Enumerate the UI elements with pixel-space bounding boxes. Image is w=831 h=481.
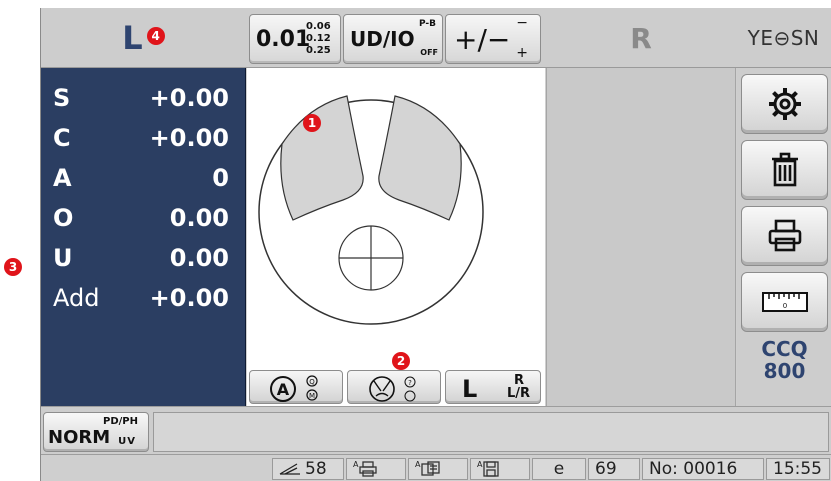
clock-time: 15:55 bbox=[773, 459, 822, 479]
lens-display: 1 bbox=[247, 68, 545, 368]
reading-value: +0.00 bbox=[149, 124, 229, 152]
side-select-bottom: L/R bbox=[506, 386, 530, 401]
svg-text:M: M bbox=[309, 392, 315, 400]
delete-button[interactable] bbox=[741, 140, 828, 200]
measurement-count-value: 69 bbox=[595, 459, 617, 479]
lensmeter-screen: L 4 0.01 0.06 0.12 0.25 UD/IO P-B OFF +/… bbox=[40, 8, 831, 481]
svg-text:Q: Q bbox=[309, 378, 315, 386]
top-bar: L 4 0.01 0.06 0.12 0.25 UD/IO P-B OFF +/… bbox=[41, 8, 831, 68]
auto-manual-icon: A Q M bbox=[270, 375, 318, 402]
model-label: CCQ 800 bbox=[741, 338, 828, 402]
callout-3: 3 bbox=[4, 258, 22, 276]
prism-status: 58 bbox=[272, 458, 344, 480]
e-status: e bbox=[532, 458, 586, 480]
ud-io-sub: OFF bbox=[420, 48, 438, 57]
pd-measure-button[interactable]: 0 bbox=[741, 272, 828, 332]
right-lens-indicator[interactable]: R bbox=[546, 8, 736, 68]
norm-sup: PD/PH bbox=[103, 416, 138, 427]
save-status: A bbox=[470, 458, 530, 480]
status-bar: 58 A A A e 69 No: 00016 15:55 bbox=[41, 454, 831, 481]
copy-status-prefix: A bbox=[415, 459, 421, 469]
precision-option: 0.12 bbox=[306, 33, 331, 44]
record-number: No: 00016 bbox=[642, 458, 764, 480]
norm-sub: UV bbox=[118, 436, 136, 447]
sign-label: +/− bbox=[454, 23, 511, 56]
reading-value: +0.00 bbox=[149, 84, 229, 112]
brand-logo: YE⊖SN bbox=[747, 26, 820, 50]
ud-io-button[interactable]: UD/IO P-B OFF bbox=[343, 14, 443, 64]
mode-strip: NORM PD/PH UV bbox=[41, 406, 831, 454]
printer-icon bbox=[768, 219, 801, 252]
prism-icon bbox=[279, 463, 300, 475]
e-label: e bbox=[553, 459, 565, 479]
right-lens-panel bbox=[546, 68, 736, 406]
progressive-lens-icon: ? bbox=[369, 376, 416, 402]
left-lens-letter: L bbox=[122, 19, 143, 57]
reading-label: C bbox=[53, 124, 71, 152]
copy-icon bbox=[421, 461, 441, 476]
side-select-main: L bbox=[462, 375, 478, 403]
save-status-prefix: A bbox=[477, 459, 483, 469]
precision-button[interactable]: 0.01 0.06 0.12 0.25 bbox=[249, 14, 341, 64]
clock: 15:55 bbox=[766, 458, 830, 480]
norm-label: NORM bbox=[48, 427, 111, 448]
side-select-button[interactable]: L R L/R bbox=[445, 370, 541, 404]
mode-message-field bbox=[153, 412, 829, 452]
progressive-lens-diagram bbox=[258, 95, 484, 325]
lens-type-button[interactable]: ? bbox=[347, 370, 441, 404]
model-line-2: 800 bbox=[763, 359, 806, 383]
trash-icon bbox=[771, 152, 798, 187]
reading-value: 0.00 bbox=[169, 204, 229, 232]
reading-row-add: Add +0.00 bbox=[53, 278, 229, 318]
callout-1: 1 bbox=[303, 114, 321, 132]
ruler-icon: 0 bbox=[761, 292, 808, 312]
printer-status-prefix: A bbox=[353, 459, 359, 469]
tool-column: 0 CCQ 800 bbox=[737, 68, 831, 406]
reading-row-a: A 0 bbox=[53, 158, 229, 198]
callout-4: 4 bbox=[146, 27, 165, 45]
ud-io-label: UD/IO bbox=[350, 27, 415, 51]
print-button[interactable] bbox=[741, 206, 828, 266]
sign-sub: + bbox=[516, 45, 528, 61]
svg-text:0: 0 bbox=[782, 302, 786, 310]
reading-label: O bbox=[53, 204, 74, 232]
precision-options: 0.06 0.12 0.25 bbox=[306, 21, 331, 57]
precision-option: 0.25 bbox=[306, 45, 331, 56]
ud-io-sup: P-B bbox=[418, 19, 436, 29]
sign-toggle-button[interactable]: +/− − + bbox=[445, 14, 541, 64]
reading-value: 0.00 bbox=[169, 244, 229, 272]
reading-label: S bbox=[53, 84, 71, 112]
reading-row-o: O 0.00 bbox=[53, 198, 229, 238]
prism-count: 58 bbox=[305, 459, 327, 479]
settings-button[interactable] bbox=[741, 74, 828, 134]
sign-sup: − bbox=[516, 15, 528, 31]
record-number-value: No: 00016 bbox=[649, 459, 738, 479]
printer-status: A bbox=[346, 458, 406, 480]
callout-2: 2 bbox=[392, 352, 410, 370]
left-lens-indicator[interactable]: L 4 bbox=[41, 8, 246, 68]
readings-panel: S +0.00 C +0.00 A 0 O 0.00 U 0.00 Add +0… bbox=[41, 68, 246, 406]
precision-option: 0.06 bbox=[306, 21, 331, 32]
reading-row-s: S +0.00 bbox=[53, 78, 229, 118]
measurement-count: 69 bbox=[588, 458, 640, 480]
reading-value: 0 bbox=[212, 164, 229, 192]
reading-value: +0.00 bbox=[149, 284, 229, 312]
copy-status: A bbox=[408, 458, 468, 480]
precision-value: 0.01 bbox=[256, 27, 311, 52]
lens-mode-bar: 2 A Q M ? L R L/R bbox=[247, 352, 545, 406]
reading-label: U bbox=[53, 244, 73, 272]
svg-text:A: A bbox=[277, 380, 290, 399]
reading-label: Add bbox=[53, 284, 100, 312]
model-line-1: CCQ bbox=[761, 337, 808, 361]
norm-mode-button[interactable]: NORM PD/PH UV bbox=[43, 412, 149, 452]
svg-text:?: ? bbox=[408, 379, 412, 387]
measure-mode-button[interactable]: A Q M bbox=[249, 370, 343, 404]
reading-row-u: U 0.00 bbox=[53, 238, 229, 278]
gear-icon bbox=[768, 88, 801, 120]
reading-label: A bbox=[53, 164, 72, 192]
printer-status-icon bbox=[359, 461, 378, 477]
floppy-disk-icon bbox=[483, 461, 500, 477]
reading-row-c: C +0.00 bbox=[53, 118, 229, 158]
